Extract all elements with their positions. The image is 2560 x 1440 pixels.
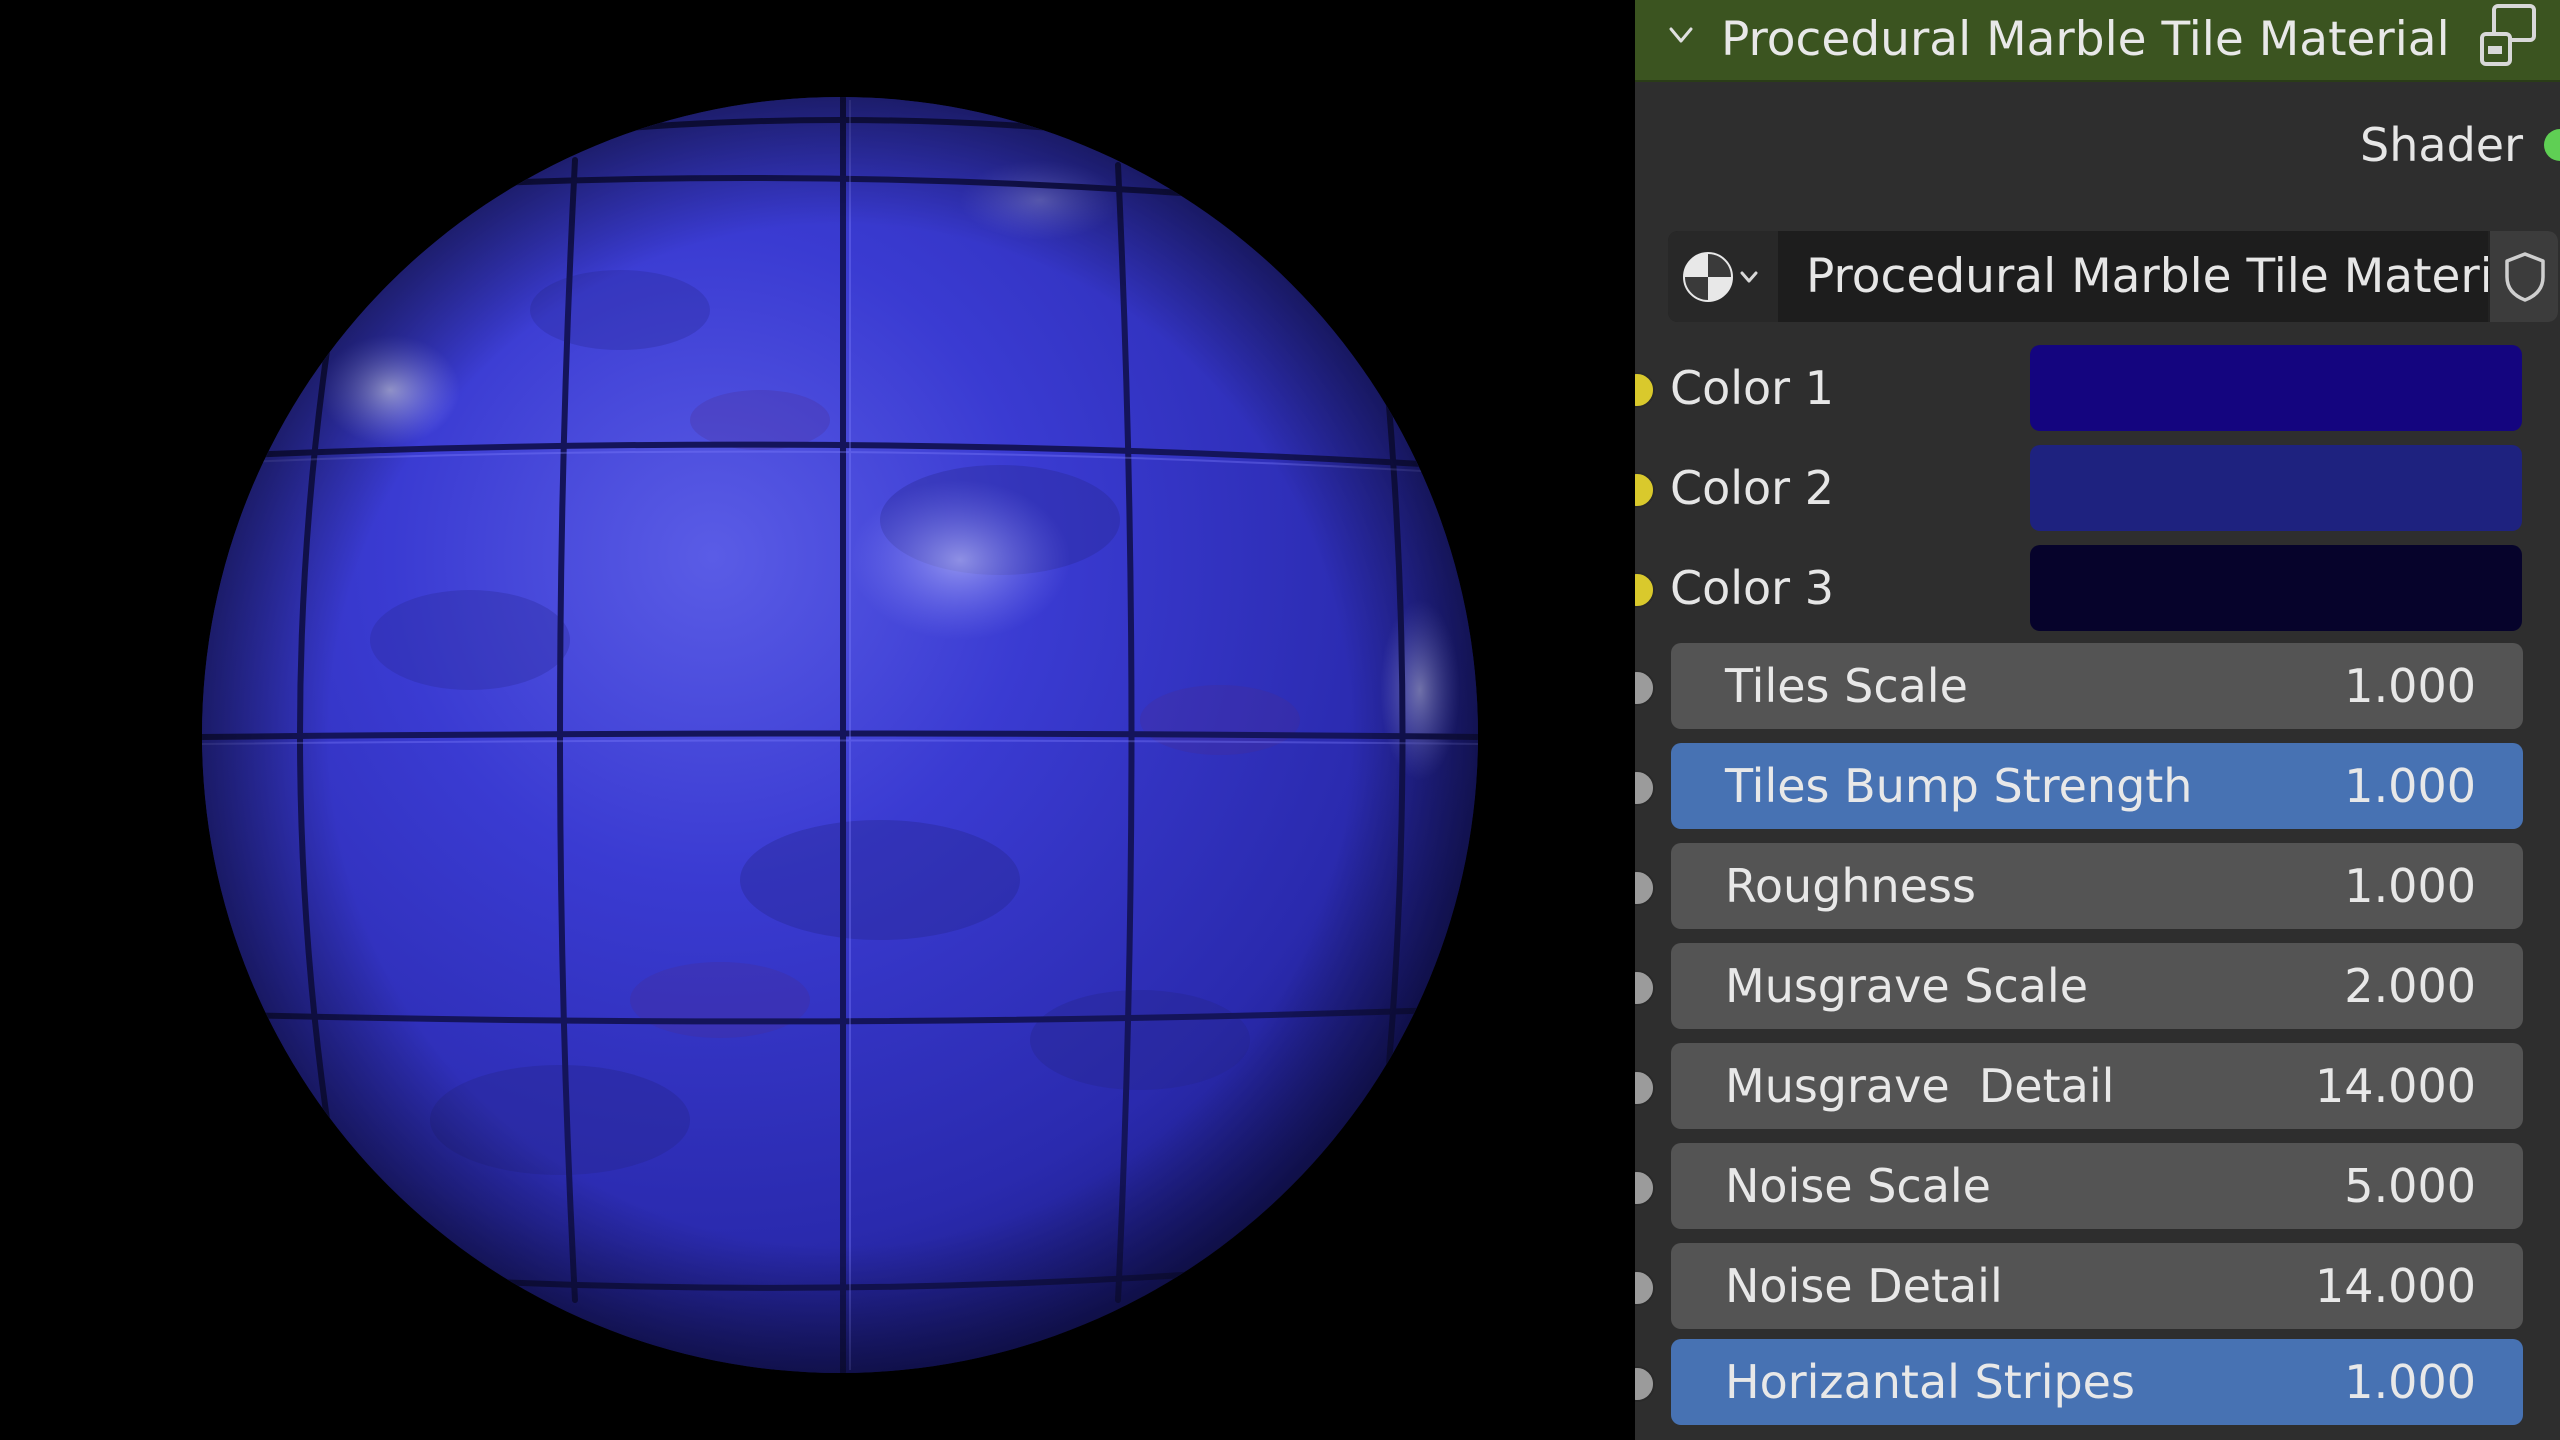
field-label: Horizantal Stripes [1725, 1355, 2135, 1409]
color-2-socket[interactable] [1635, 472, 1655, 508]
field-label: Roughness [1725, 859, 1976, 913]
tiles-bump-strength-socket[interactable] [1635, 770, 1655, 806]
roughness-field[interactable]: Roughness 1.000 [1671, 843, 2523, 929]
color-2-label: Color 2 [1670, 461, 1834, 515]
field-value: 1.000 [2344, 1355, 2476, 1409]
color-1-socket[interactable] [1635, 372, 1655, 408]
node-title: Procedural Marble Tile Material [1721, 12, 2450, 67]
horizantal-stripes-socket[interactable] [1635, 1366, 1655, 1402]
color-3-row: Color 3 [1635, 538, 2560, 638]
material-node-group[interactable]: Procedural Marble Tile Material Shader P… [1635, 0, 2560, 1440]
field-value: 2.000 [2344, 959, 2476, 1013]
material-name-field[interactable]: Procedural Marble Tile Material [1778, 231, 2535, 322]
node-group-icon[interactable] [2478, 2, 2540, 70]
field-value: 14.000 [2315, 1059, 2476, 1113]
color-3-socket[interactable] [1635, 572, 1655, 608]
chevron-down-icon[interactable] [1668, 22, 1694, 48]
field-label: Musgrave Detail [1725, 1059, 2115, 1113]
field-value: 14.000 [2315, 1259, 2476, 1313]
field-value: 5.000 [2344, 1159, 2476, 1213]
field-label: Noise Detail [1725, 1259, 2003, 1313]
field-value: 1.000 [2344, 659, 2476, 713]
color-2-swatch[interactable] [2030, 445, 2522, 531]
field-value: 1.000 [2344, 759, 2476, 813]
field-label: Noise Scale [1725, 1159, 1991, 1213]
noise-detail-field[interactable]: Noise Detail 14.000 [1671, 1243, 2523, 1329]
field-label: Musgrave Scale [1725, 959, 2089, 1013]
material-preview-sphere [202, 97, 1478, 1373]
musgrave-detail-socket[interactable] [1635, 1070, 1655, 1106]
horizantal-stripes-field[interactable]: Horizantal Stripes 1.000 [1671, 1339, 2523, 1425]
tiles-bump-strength-field[interactable]: Tiles Bump Strength 1.000 [1671, 743, 2523, 829]
blender-screen: Procedural Marble Tile Material Shader P… [0, 0, 2560, 1440]
color-1-row: Color 1 [1635, 338, 2560, 438]
tiles-scale-socket[interactable] [1635, 670, 1655, 706]
node-header[interactable]: Procedural Marble Tile Material [1635, 0, 2560, 82]
render-viewport[interactable] [0, 0, 1635, 1440]
color-2-row: Color 2 [1635, 438, 2560, 538]
field-value: 1.000 [2344, 859, 2476, 913]
material-sphere-icon [1683, 252, 1758, 302]
material-selector[interactable]: Procedural Marble Tile Material [1668, 231, 2558, 322]
shield-icon [2505, 252, 2545, 302]
roughness-socket[interactable] [1635, 870, 1655, 906]
musgrave-detail-field[interactable]: Musgrave Detail 14.000 [1671, 1043, 2523, 1129]
field-label: Tiles Scale [1725, 659, 1968, 713]
field-label: Tiles Bump Strength [1725, 759, 2193, 813]
color-3-swatch[interactable] [2030, 545, 2522, 631]
noise-detail-socket[interactable] [1635, 1270, 1655, 1306]
material-browse-button[interactable] [1668, 231, 1778, 322]
color-1-swatch[interactable] [2030, 345, 2522, 431]
noise-scale-field[interactable]: Noise Scale 5.000 [1671, 1143, 2523, 1229]
musgrave-scale-field[interactable]: Musgrave Scale 2.000 [1671, 943, 2523, 1029]
musgrave-scale-socket[interactable] [1635, 970, 1655, 1006]
fake-user-button[interactable] [2488, 231, 2558, 322]
color-1-label: Color 1 [1670, 361, 1834, 415]
shader-output-label: Shader [2360, 118, 2523, 172]
shader-output-socket[interactable] [2544, 129, 2560, 161]
noise-scale-socket[interactable] [1635, 1170, 1655, 1206]
color-3-label: Color 3 [1670, 561, 1834, 615]
tiles-scale-field[interactable]: Tiles Scale 1.000 [1671, 643, 2523, 729]
